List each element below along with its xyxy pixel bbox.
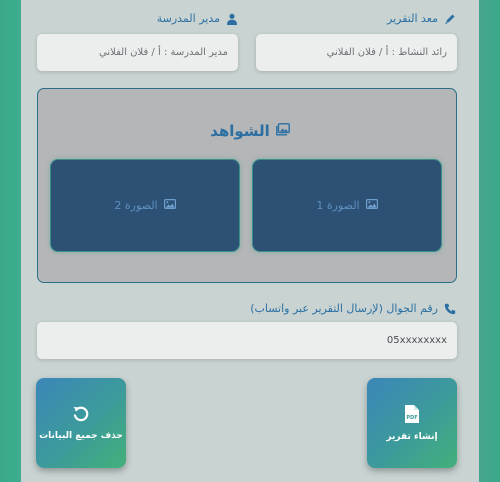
principal-placeholder: مدير المدرسة : أ / فلان الفلاني bbox=[99, 47, 228, 58]
undo-icon bbox=[72, 405, 90, 423]
phone-label: رقم الجوال (لإرسال التقرير عبر واتساب) bbox=[250, 302, 456, 315]
photo-slot-2[interactable]: الصورة 2 bbox=[50, 159, 240, 252]
phone-label-text: رقم الجوال (لإرسال التقرير عبر واتساب) bbox=[250, 302, 438, 315]
evidence-title: الشواهد bbox=[0, 122, 500, 140]
photo-slot-1-label: الصورة 1 bbox=[316, 199, 360, 212]
principal-label: مدير المدرسة bbox=[157, 12, 238, 25]
images-icon bbox=[275, 122, 290, 140]
photo-slot-2-label: الصورة 2 bbox=[114, 199, 158, 212]
create-report-button[interactable]: PDF إنشاء تقرير bbox=[367, 378, 457, 468]
pen-icon bbox=[444, 13, 456, 25]
phone-input[interactable]: 05xxxxxxxx bbox=[37, 322, 457, 359]
preparer-label-text: معد التقرير bbox=[387, 12, 438, 25]
photo-slot-1[interactable]: الصورة 1 bbox=[252, 159, 442, 252]
delete-all-data-label: حذف جميع البيانات bbox=[39, 431, 123, 441]
pdf-file-icon: PDF bbox=[404, 404, 420, 424]
image-icon bbox=[163, 199, 176, 212]
image-icon bbox=[365, 199, 378, 212]
evidence-title-text: الشواهد bbox=[210, 122, 270, 140]
preparer-input[interactable]: رائد النشاط : أ / فلان الفلاني bbox=[256, 34, 457, 71]
preparer-label: معد التقرير bbox=[387, 12, 456, 25]
principal-input[interactable]: مدير المدرسة : أ / فلان الفلاني bbox=[37, 34, 238, 71]
phone-icon bbox=[444, 303, 456, 315]
svg-text:PDF: PDF bbox=[406, 415, 417, 421]
phone-placeholder: 05xxxxxxxx bbox=[386, 335, 447, 346]
user-tie-icon bbox=[226, 13, 238, 25]
create-report-label: إنشاء تقرير bbox=[386, 432, 438, 442]
preparer-placeholder: رائد النشاط : أ / فلان الفلاني bbox=[326, 47, 447, 58]
delete-all-data-button[interactable]: حذف جميع البيانات bbox=[36, 378, 126, 468]
principal-label-text: مدير المدرسة bbox=[156, 12, 220, 25]
